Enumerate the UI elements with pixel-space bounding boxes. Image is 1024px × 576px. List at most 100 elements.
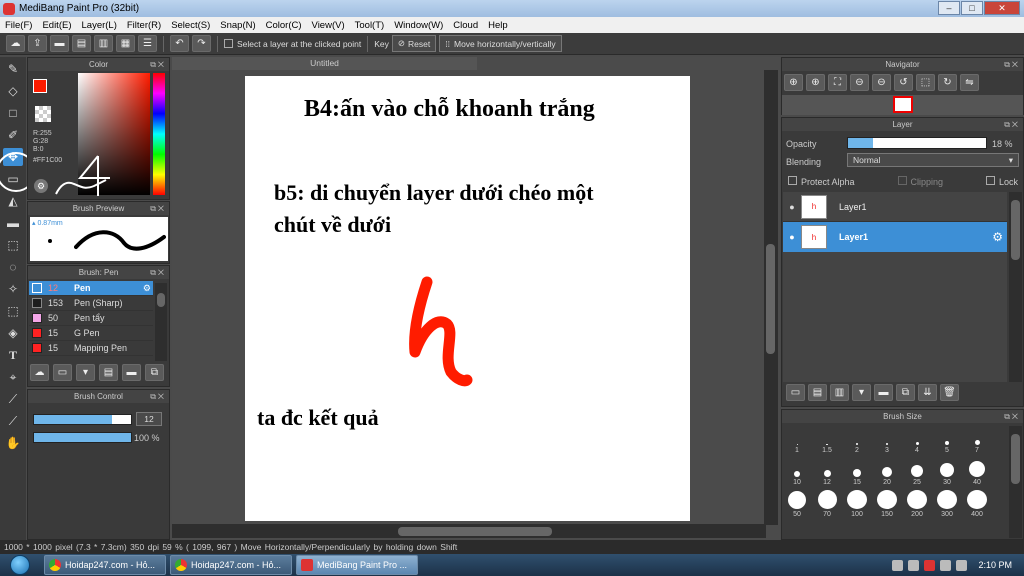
network-icon[interactable] bbox=[940, 559, 952, 571]
brush-item-mapping-pen[interactable]: 15 Mapping Pen bbox=[29, 341, 153, 356]
lasso-tool-icon[interactable]: ◌ bbox=[3, 258, 23, 276]
brush-size-cell[interactable]: 30 bbox=[934, 458, 960, 486]
save-icon[interactable]: ▤ bbox=[72, 35, 91, 52]
brush-size-cell[interactable]: 20 bbox=[874, 458, 900, 486]
panel-controls-icon[interactable]: ⧉✕ bbox=[150, 58, 166, 71]
brush-size-cell[interactable]: 7 bbox=[964, 426, 990, 454]
layer-folder-icon[interactable]: ▬ bbox=[874, 384, 893, 401]
clock[interactable]: 2:10 PM bbox=[978, 560, 1012, 570]
actual-size-icon[interactable]: ⬚ bbox=[916, 74, 935, 91]
canvas-vertical-scrollbar[interactable] bbox=[764, 70, 778, 525]
brush-size-cell[interactable]: 100 bbox=[844, 490, 870, 518]
menu-help[interactable]: Help bbox=[483, 20, 513, 31]
hand-tool-icon[interactable]: ✋ bbox=[3, 434, 23, 452]
brush-size-cell[interactable]: 50 bbox=[784, 490, 810, 518]
undo-icon[interactable]: ↶ bbox=[170, 35, 189, 52]
flip-icon[interactable]: ⇋ bbox=[960, 74, 979, 91]
redo-icon[interactable]: ↷ bbox=[192, 35, 211, 52]
hue-slider[interactable] bbox=[153, 73, 165, 195]
share-icon[interactable]: ⇪ bbox=[28, 35, 47, 52]
eyedropper-tool-icon[interactable]: ⟋ bbox=[3, 412, 23, 430]
close-button[interactable]: ✕ bbox=[984, 1, 1020, 15]
brush-size-scrollbar[interactable] bbox=[1009, 426, 1022, 538]
menu-filter[interactable]: Filter(R) bbox=[122, 20, 166, 31]
menu-edit[interactable]: Edit(E) bbox=[37, 20, 76, 31]
menu-layer[interactable]: Layer(L) bbox=[77, 20, 122, 31]
delete-layer-icon[interactable]: 🗑 bbox=[940, 384, 959, 401]
color-tool-icon[interactable]: ⚙ bbox=[34, 179, 48, 193]
taskbar-item-browser-1[interactable]: Hoidap247.com - Hỏ... bbox=[44, 555, 166, 575]
brush-size-cell[interactable]: 12 bbox=[814, 458, 840, 486]
document-icon[interactable]: ▥ bbox=[94, 35, 113, 52]
clipping-checkbox[interactable] bbox=[897, 176, 907, 185]
list-icon[interactable]: ☰ bbox=[138, 35, 157, 52]
menu-select[interactable]: Select(S) bbox=[166, 20, 215, 31]
layer-add-dropdown-icon[interactable]: ▾ bbox=[852, 384, 871, 401]
zoom-in-alt-icon[interactable]: ⊕ bbox=[806, 74, 825, 91]
brush-tool-icon[interactable]: ✎ bbox=[3, 60, 23, 78]
new-layer-alt-icon[interactable]: ▤ bbox=[808, 384, 827, 401]
brush-properties-icon[interactable]: ▤ bbox=[99, 364, 118, 381]
cloud-icon[interactable]: ☁ bbox=[6, 35, 25, 52]
select-layer-checkbox[interactable] bbox=[224, 39, 233, 48]
menu-color[interactable]: Color(C) bbox=[261, 20, 307, 31]
brush-size-cell[interactable]: 15 bbox=[844, 458, 870, 486]
settings-icon[interactable]: ▦ bbox=[116, 35, 135, 52]
brush-size-cell[interactable]: 1 bbox=[784, 426, 810, 454]
fit-icon[interactable]: ⛶ bbox=[828, 74, 847, 91]
brush-size-value[interactable]: 12 bbox=[136, 412, 162, 426]
select-rect-tool-icon[interactable]: ⬚ bbox=[3, 236, 23, 254]
lock-checkbox[interactable] bbox=[985, 176, 995, 185]
taskbar-item-medibang[interactable]: MediBang Paint Pro ... bbox=[296, 555, 418, 575]
rotate-left-icon[interactable]: ↺ bbox=[894, 74, 913, 91]
gear-icon[interactable]: ⚙ bbox=[992, 230, 1003, 244]
brush-item-pen-sharp[interactable]: 153 Pen (Sharp) bbox=[29, 296, 153, 311]
duplicate-icon[interactable]: ⧉ bbox=[145, 364, 164, 381]
select-eraser-tool-icon[interactable]: ◈ bbox=[3, 324, 23, 342]
start-button[interactable] bbox=[0, 554, 40, 576]
comment-icon[interactable]: ▬ bbox=[50, 35, 69, 52]
duplicate-layer-icon[interactable]: ⧉ bbox=[896, 384, 915, 401]
protect-alpha-checkbox[interactable] bbox=[788, 176, 797, 185]
brush-size-cell[interactable]: 150 bbox=[874, 490, 900, 518]
lock-option[interactable]: Lock bbox=[985, 176, 1018, 187]
pen-tool-icon[interactable]: ✐ bbox=[3, 126, 23, 144]
gradient-tool-icon[interactable]: ▬ bbox=[3, 214, 23, 232]
rotate-right-icon[interactable]: ↻ bbox=[938, 74, 957, 91]
cloud-brush-icon[interactable]: ☁ bbox=[30, 364, 49, 381]
visibility-eye-icon[interactable]: ● bbox=[783, 232, 801, 242]
brush-item-pen-eraser[interactable]: 50 Pen tẩy bbox=[29, 311, 153, 326]
merge-layer-icon[interactable]: ⇊ bbox=[918, 384, 937, 401]
tray-icon[interactable] bbox=[908, 559, 920, 571]
tray-icon[interactable] bbox=[924, 559, 936, 571]
transparent-swatch[interactable] bbox=[35, 106, 51, 122]
brush-size-cell[interactable]: 2 bbox=[844, 426, 870, 454]
eraser-tool-icon[interactable]: ◇ bbox=[3, 82, 23, 100]
zoom-out-icon[interactable]: ⊖ bbox=[850, 74, 869, 91]
gear-icon[interactable]: ⚙ bbox=[143, 283, 151, 294]
select-pen-tool-icon[interactable]: ⬚ bbox=[3, 302, 23, 320]
operation-tool-icon[interactable]: ⌖ bbox=[3, 368, 23, 386]
clipping-option[interactable]: Clipping bbox=[897, 176, 943, 187]
protect-alpha-option[interactable]: Protect Alpha bbox=[788, 176, 855, 187]
panel-controls-icon[interactable]: ⧉✕ bbox=[1004, 118, 1020, 131]
brush-size-cell[interactable]: 5 bbox=[934, 426, 960, 454]
menu-cloud[interactable]: Cloud bbox=[448, 20, 483, 31]
reset-button[interactable]: ⊘ Reset bbox=[391, 35, 437, 52]
brush-size-cell[interactable]: 200 bbox=[904, 490, 930, 518]
new-halftone-layer-icon[interactable]: ▥ bbox=[830, 384, 849, 401]
brush-size-cell[interactable]: 1.5 bbox=[814, 426, 840, 454]
brush-list-scrollbar[interactable] bbox=[155, 283, 167, 361]
brush-item-pen[interactable]: 12 Pen ⚙ bbox=[29, 281, 153, 296]
brush-size-cell[interactable]: 10 bbox=[784, 458, 810, 486]
canvas-horizontal-scrollbar[interactable] bbox=[172, 524, 766, 538]
layer-opacity-slider[interactable] bbox=[847, 137, 987, 149]
main-color-swatch[interactable] bbox=[33, 79, 47, 93]
divide-tool-icon[interactable]: ⟋ bbox=[3, 390, 23, 408]
brush-size-cell[interactable]: 25 bbox=[904, 458, 930, 486]
minimize-button[interactable]: – bbox=[938, 1, 960, 15]
select-layer-option[interactable]: Select a layer at the clicked point bbox=[224, 39, 361, 49]
volume-icon[interactable] bbox=[956, 559, 968, 571]
document-tab[interactable]: Untitled bbox=[172, 57, 477, 70]
text-tool-icon[interactable]: T bbox=[3, 346, 23, 364]
